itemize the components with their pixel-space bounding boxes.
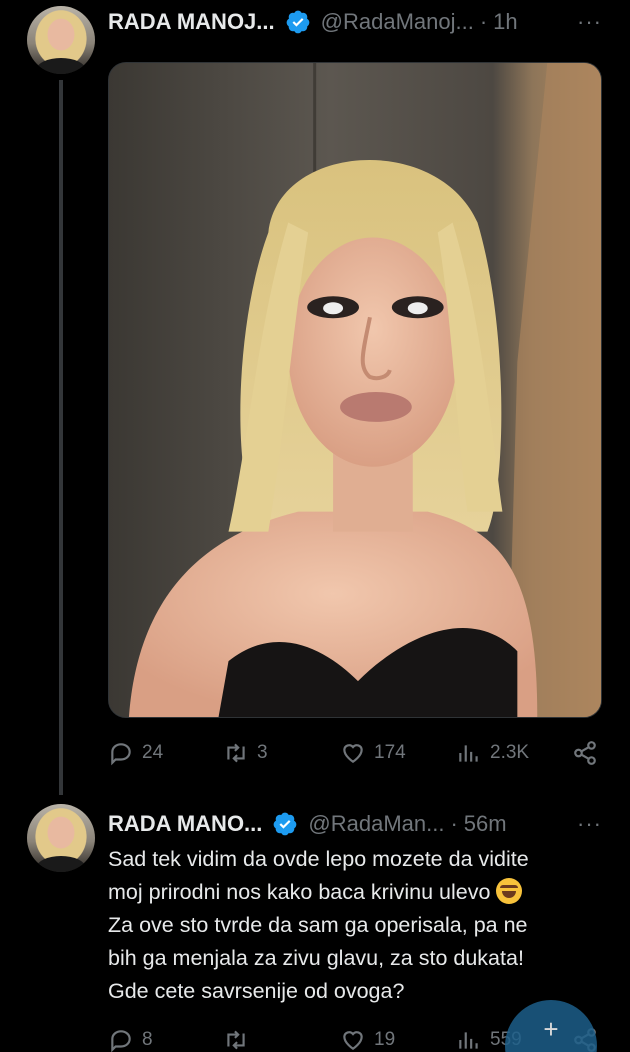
author-handle[interactable]: @RadaMan...: [308, 811, 444, 837]
author-handle[interactable]: @RadaManoj...: [321, 9, 474, 35]
views-button[interactable]: 2.3K: [456, 740, 529, 766]
tweet-text-line: bih ga menjala za zivu glavu, za sto duk…: [108, 946, 524, 970]
more-options-icon[interactable]: ···: [577, 811, 602, 837]
tweet-header: RADA MANO... @RadaMan... · 56m ···: [108, 807, 602, 841]
separator-dot: ·: [450, 811, 458, 836]
views-icon: [459, 745, 478, 762]
more-options-icon[interactable]: ···: [577, 9, 602, 35]
share-icon: [574, 741, 596, 765]
author-name[interactable]: RADA MANOJ...: [108, 9, 275, 35]
thread-line: [59, 80, 63, 795]
tweet-text-line: Za ove sto tvrde da sam ga operisala, pa…: [108, 913, 528, 937]
retweet-button[interactable]: 3: [223, 740, 268, 766]
like-button[interactable]: 19: [340, 1027, 395, 1052]
tweet-1[interactable]: RADA MANOJ... @RadaManoj... · 1h ··· 24 …: [0, 0, 630, 795]
timestamp[interactable]: 56m: [464, 811, 507, 837]
like-count: 174: [374, 742, 406, 763]
share-button[interactable]: [572, 740, 598, 766]
avatar[interactable]: [27, 804, 95, 872]
like-count: 19: [374, 1029, 396, 1050]
tweet-text-fragment: moj prirodni nos kako baca krivinu ulevo: [108, 880, 491, 904]
tweet-text: Sad tek vidim da ovde lepo mozete da vid…: [108, 843, 608, 1008]
author-name[interactable]: RADA MANO...: [108, 811, 262, 837]
reply-count: 8: [142, 1029, 153, 1050]
avatar[interactable]: [27, 6, 95, 74]
tweet-text-line: Sad tek vidim da ovde lepo mozete da vid…: [108, 847, 529, 871]
retweet-count: 3: [257, 742, 268, 763]
retweet-icon: [227, 743, 245, 763]
reply-button[interactable]: 24: [108, 740, 163, 766]
verified-badge-icon: [286, 10, 310, 34]
tweet-text-line: moj prirodni nos kako baca krivinu ulevo: [108, 876, 608, 909]
heart-icon: [343, 1031, 363, 1050]
reply-icon: [111, 743, 131, 766]
tweet-actions: 24 3 174 2.3K: [108, 740, 602, 770]
tweet-header: RADA MANOJ... @RadaManoj... · 1h ···: [108, 5, 602, 39]
reply-count: 24: [142, 742, 164, 763]
heart-icon: [343, 744, 363, 763]
views-icon: [459, 1032, 478, 1049]
verified-badge-icon: [274, 812, 297, 836]
reply-icon: [111, 1030, 131, 1052]
rolling-laughing-emoji-icon: [496, 878, 523, 904]
timestamp[interactable]: 1h: [493, 9, 517, 35]
selfie-photo: [109, 63, 601, 717]
tweet-photo[interactable]: [108, 62, 602, 718]
separator-dot: ·: [479, 9, 488, 34]
retweet-button[interactable]: [223, 1027, 257, 1052]
like-button[interactable]: 174: [340, 740, 406, 766]
reply-button[interactable]: 8: [108, 1027, 153, 1052]
retweet-icon: [227, 1030, 245, 1050]
view-count: 2.3K: [490, 742, 530, 763]
